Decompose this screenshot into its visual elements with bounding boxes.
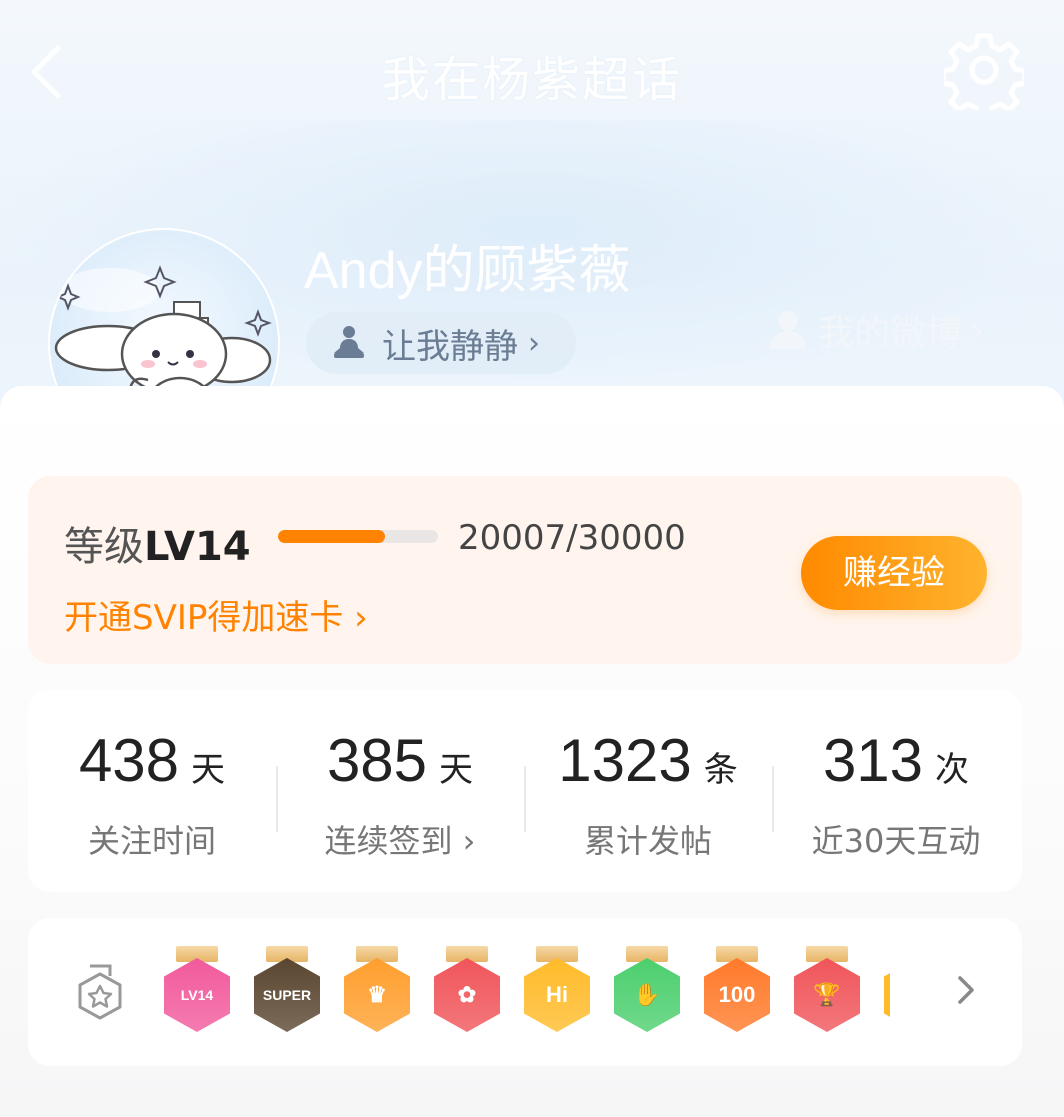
level-prefix: 等级: [64, 524, 144, 570]
stat-interactions-30d: 313 次 近30天互动: [772, 690, 1020, 892]
chevron-right-icon[interactable]: [954, 970, 978, 1010]
stat-value: 313: [822, 727, 924, 794]
partial-badge[interactable]: [882, 944, 890, 1036]
stat-value: 438: [78, 727, 180, 794]
hand-badge[interactable]: ✋: [612, 944, 682, 1036]
badge-list[interactable]: LV14 SUPER ♛ ✿ Hi ✋ 100 🏆: [162, 944, 892, 1036]
earn-experience-button[interactable]: 赚经验: [801, 536, 987, 610]
stat-label[interactable]: 连续签到 ›: [276, 816, 524, 862]
stat-label: 近30天互动: [811, 822, 981, 860]
100-days-badge[interactable]: 100: [702, 944, 772, 1036]
page-title: 我在杨紫超话: [381, 52, 682, 108]
level-value: LV14: [144, 524, 251, 570]
stat-value: 1323: [558, 727, 692, 794]
medal-face: ✿: [434, 958, 500, 1032]
stat-value: 385: [326, 727, 428, 794]
stat-checkin-streak[interactable]: 385 天 连续签到 ›: [276, 690, 524, 892]
level-card: 等级LV14 20007/30000 开通SVIP得加速卡 › 赚经验: [28, 476, 1022, 664]
stat-follow-days: 438 天 关注时间: [28, 690, 276, 892]
medal-face: 🏆: [794, 958, 860, 1032]
stat-unit: 天: [191, 750, 226, 790]
stat-label: 累计发帖: [583, 822, 712, 860]
super-badge[interactable]: SUPER: [252, 944, 322, 1036]
stat-unit: 次: [935, 750, 970, 790]
medal-face: [884, 958, 890, 1032]
medal-face: SUPER: [254, 958, 320, 1032]
meditation-person-icon: [334, 326, 364, 358]
status-chevron-icon: ›: [528, 325, 540, 361]
stat-unit: 条: [703, 750, 738, 790]
stats-card: 438 天 关注时间 385 天 连续签到 › 1323 条 累计发帖 313 次 近3…: [28, 690, 1022, 892]
trophy-badge[interactable]: 🏆: [792, 944, 862, 1036]
level-progress-text: 20007/30000: [458, 518, 686, 558]
svip-accelerate-link[interactable]: 开通SVIP得加速卡 ›: [64, 590, 368, 639]
my-weibo-label: 我的微博: [818, 313, 963, 354]
level-progress-bar: [278, 530, 438, 543]
medal-face: ✋: [614, 958, 680, 1032]
medal-face: LV14: [164, 958, 230, 1032]
status-label: 让我静静: [382, 326, 518, 367]
level-label: 等级LV14: [64, 514, 251, 572]
user-icon: [770, 311, 806, 349]
unicorn-badge[interactable]: ✿: [432, 944, 502, 1036]
settings-gear-icon[interactable]: [944, 30, 1024, 110]
medal-outline-icon: [78, 964, 122, 1020]
my-weibo-link[interactable]: 我的微博 ›: [768, 304, 984, 356]
stat-label: 关注时间: [87, 822, 216, 860]
badges-card[interactable]: LV14 SUPER ♛ ✿ Hi ✋ 100 🏆: [28, 918, 1022, 1066]
lv14-badge[interactable]: LV14: [162, 944, 232, 1036]
stat-total-posts: 1323 条 累计发帖: [524, 690, 772, 892]
status-button[interactable]: 让我静静 ›: [306, 312, 576, 374]
level-progress-fill: [278, 530, 385, 543]
username: Andy的顾紫薇: [304, 242, 631, 300]
medal-face: Hi: [524, 958, 590, 1032]
medal-face: 100: [704, 958, 770, 1032]
hi-badge[interactable]: Hi: [522, 944, 592, 1036]
medal-face: ♛: [344, 958, 410, 1032]
stat-unit: 天: [439, 750, 474, 790]
my-weibo-chevron-icon: ›: [970, 309, 985, 351]
crown-badge[interactable]: ♛: [342, 944, 412, 1036]
